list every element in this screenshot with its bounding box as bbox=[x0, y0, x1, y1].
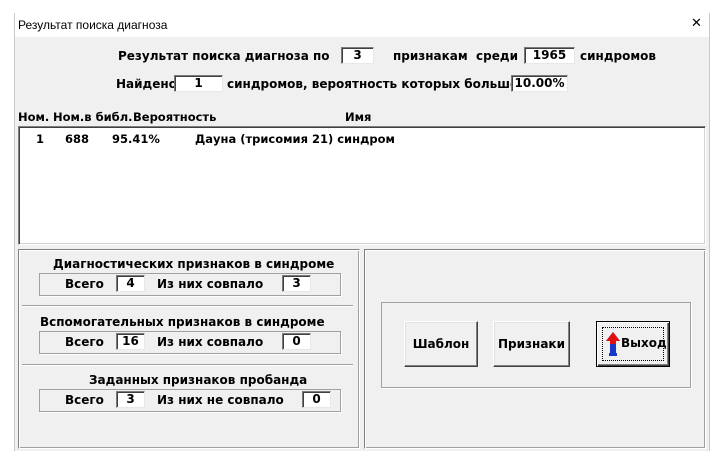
row-name-cell: Дауна (трисомия 21) синдром bbox=[195, 132, 395, 146]
found-count-field: 1 bbox=[174, 75, 223, 92]
summary-mid-label: признакам среди bbox=[393, 49, 518, 63]
close-icon: ✕ bbox=[691, 16, 702, 31]
actions-panel: Шаблон Признаки Выход bbox=[364, 249, 706, 449]
proband-group: Всего 3 Из них не совпало 0 bbox=[39, 389, 341, 412]
threshold-field: 10.00% bbox=[511, 75, 568, 92]
template-button[interactable]: Шаблон bbox=[404, 321, 478, 367]
exit-button-label: Выход bbox=[621, 336, 667, 350]
table-row[interactable]: 1 688 95.41% Дауна (трисомия 21) синдром bbox=[19, 127, 705, 147]
auxiliary-total-field: 16 bbox=[116, 333, 145, 350]
features-count-field: 3 bbox=[341, 47, 374, 64]
found-mid-label: синдромов, вероятность которых больше bbox=[227, 77, 519, 91]
close-button[interactable]: ✕ bbox=[689, 17, 704, 31]
syndromes-total-field: 1965 bbox=[524, 47, 575, 64]
window-title: Результат поиска диагноза bbox=[18, 18, 168, 32]
auxiliary-title: Вспомогательных признаков в синдроме bbox=[40, 315, 325, 329]
diagnostic-matched-field: 3 bbox=[282, 275, 311, 292]
column-header-num[interactable]: Ном. bbox=[18, 110, 49, 124]
proband-total-label: Всего bbox=[65, 393, 104, 407]
summary-suffix-label: синдромов bbox=[580, 49, 656, 63]
diagnostic-title: Диагностических признаков в синдроме bbox=[53, 257, 335, 271]
proband-unmatched-field: 0 bbox=[302, 391, 331, 408]
row-probability-cell: 95.41% bbox=[112, 132, 160, 146]
proband-total-field: 3 bbox=[116, 391, 145, 408]
title-bar: Результат поиска диагноза ✕ bbox=[15, 13, 709, 37]
diagnostic-group: Всего 4 Из них совпало 3 bbox=[39, 273, 341, 296]
summary-prefix-label: Результат поиска диагноза по bbox=[118, 49, 330, 63]
divider bbox=[22, 305, 353, 307]
features-button[interactable]: Признаки bbox=[493, 321, 570, 367]
exit-button[interactable]: Выход bbox=[596, 321, 670, 367]
counts-panel: Диагностических признаков в синдроме Все… bbox=[18, 249, 360, 449]
column-header-lib-num[interactable]: Ном.в библ. bbox=[53, 110, 132, 124]
row-lib-num-cell: 688 bbox=[65, 132, 90, 146]
auxiliary-matched-field: 0 bbox=[282, 333, 311, 350]
actions-group: Шаблон Признаки Выход bbox=[381, 302, 691, 388]
diagnostic-matched-label: Из них совпало bbox=[157, 277, 264, 291]
proband-title: Заданных признаков пробанда bbox=[89, 373, 308, 387]
column-header-probability[interactable]: Вероятность bbox=[133, 110, 216, 124]
diagnostic-total-field: 4 bbox=[116, 275, 145, 292]
row-num-cell: 1 bbox=[36, 132, 45, 146]
auxiliary-matched-label: Из них совпало bbox=[157, 335, 264, 349]
up-arrow-icon bbox=[606, 332, 620, 356]
proband-unmatched-label: Из них не совпало bbox=[157, 393, 284, 407]
found-prefix-label: Найдено bbox=[116, 77, 177, 91]
auxiliary-group: Всего 16 Из них совпало 0 bbox=[39, 331, 341, 354]
divider bbox=[22, 364, 353, 366]
auxiliary-total-label: Всего bbox=[65, 335, 104, 349]
result-dialog: Результат поиска диагноза ✕ Результат по… bbox=[14, 13, 710, 451]
column-header-name[interactable]: Имя bbox=[345, 110, 371, 124]
results-list[interactable]: 1 688 95.41% Дауна (трисомия 21) синдром bbox=[18, 126, 706, 245]
diagnostic-total-label: Всего bbox=[65, 277, 104, 291]
